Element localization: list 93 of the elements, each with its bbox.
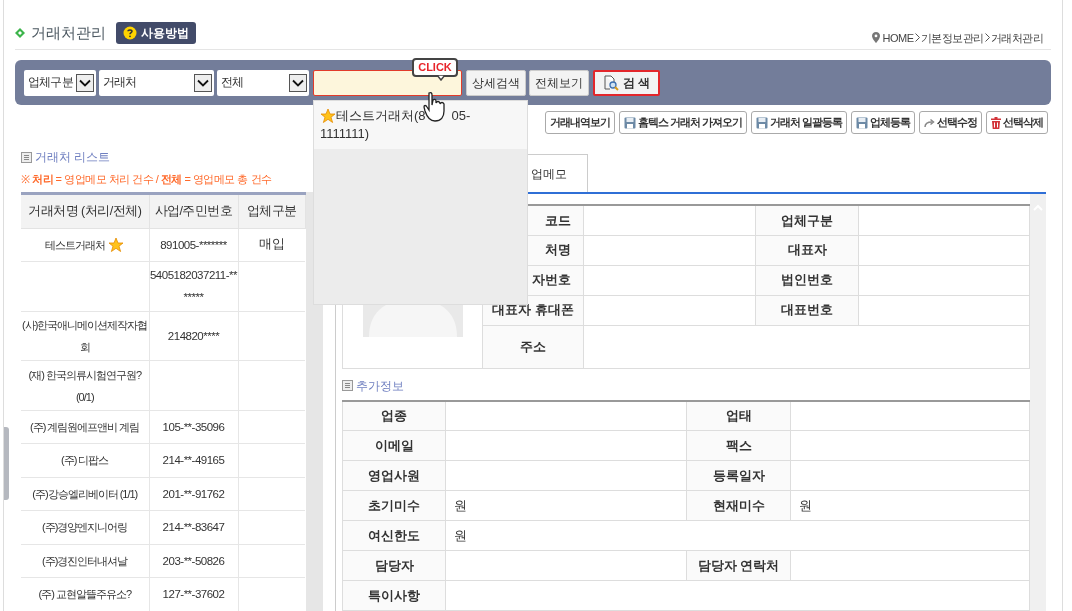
- breadcrumb-link[interactable]: 거래처관리: [990, 29, 1043, 46]
- table-cell-text: (주) 디팝스: [61, 453, 109, 469]
- search-icon: [603, 74, 619, 91]
- column-header: 거래처명 (처리/전체): [21, 193, 149, 228]
- autocomplete-item[interactable]: 테스트거래처(8 05- 1111111): [314, 101, 527, 149]
- toolbar-button[interactable]: 홈텍스 거래처 가져오기: [618, 111, 747, 134]
- click-callout: CLICK: [412, 58, 458, 77]
- table-cell: 214-**-83647: [162, 521, 225, 534]
- toolbar-button[interactable]: 선택수정: [919, 111, 982, 134]
- toolbar-button[interactable]: 거래내역보기: [544, 111, 615, 134]
- table-row[interactable]: 테스트거래처 891005-******* 매입: [21, 228, 305, 262]
- table-cell-text: (주) 교현알뜰주유소?: [38, 587, 131, 603]
- toolbar-button[interactable]: 업체등록: [851, 111, 915, 134]
- table-cell: 214820****: [167, 329, 220, 342]
- field-label: 대표자: [755, 235, 859, 265]
- table-row[interactable]: 5405182037211-*******: [21, 261, 305, 312]
- table-row[interactable]: (사)한국애니메이션제작자협회 214820****: [21, 311, 305, 361]
- table-cell: 891005-*******: [160, 238, 227, 251]
- diamond-icon: [15, 28, 25, 39]
- table-row[interactable]: (주)경진인터내셔날 203-**-50826: [21, 544, 305, 578]
- select-dropdown[interactable]: 전체: [217, 69, 309, 96]
- field-label: 팩스: [686, 430, 791, 461]
- table-cell-text: (주)경양엔지니어링: [42, 520, 128, 536]
- table-cell: 매입: [258, 237, 285, 252]
- scrollbar-track[interactable]: [1030, 194, 1046, 611]
- field-label: 특이사항: [342, 580, 446, 611]
- table-row[interactable]: (재) 한국의류시험연구원? (0/1): [21, 360, 305, 411]
- table-row[interactable]: (주) 디팝스 214-**-49165: [21, 443, 305, 478]
- caret-icon: [289, 73, 307, 92]
- field-label: 대표번호: [755, 295, 859, 325]
- table-cell-text: (주)경진인터내셔날: [42, 553, 128, 569]
- arrow-icon: [924, 117, 935, 128]
- location-pin-icon: [871, 32, 880, 44]
- field-value: 원: [454, 527, 467, 543]
- table-row[interactable]: (주) 계림원에프앤비 계림 105-**-35096: [21, 410, 305, 444]
- field-label: 업종: [342, 400, 446, 431]
- table-cell-text: (사)한국애니메이션제작자협회: [21, 317, 149, 355]
- table-cell: 5405182037211-*******: [149, 269, 238, 304]
- field-label: 주소: [482, 325, 584, 368]
- field-label: 법인번호: [755, 265, 859, 295]
- field-label: 이메일: [342, 430, 446, 461]
- trash-icon: [991, 116, 1001, 129]
- callout-tail-icon: [437, 75, 446, 81]
- toolbar-button[interactable]: 거래처 일괄등록: [750, 111, 847, 134]
- table-cell: 201-**-91762: [162, 487, 225, 500]
- list-icon: [342, 380, 353, 391]
- table-row[interactable]: (주)경양엔지니어링 214-**-83647: [21, 510, 305, 545]
- button[interactable]: 상세검색: [466, 69, 526, 96]
- table-cell: 127-**-37602: [162, 588, 225, 601]
- table-cell: 105-**-35096: [162, 421, 225, 434]
- chevron-right-icon: [914, 33, 920, 43]
- chevron-right-icon: [984, 33, 990, 43]
- page-title: 거래처관리: [31, 23, 106, 43]
- field-label: 업체구분: [755, 205, 859, 235]
- table-cell-text: (주)강승엘리베이터 (1/1): [32, 486, 138, 502]
- search-button[interactable]: 검 색: [593, 69, 661, 96]
- field-label: 등록일자: [686, 460, 791, 491]
- field-label: 영업사원: [342, 460, 446, 491]
- field-label: 초기미수: [342, 490, 446, 521]
- list-title: 거래처 리스트: [35, 149, 111, 166]
- table-cell-text: 테스트거래처: [45, 237, 106, 253]
- select-dropdown[interactable]: 업체구분: [24, 69, 96, 96]
- field-label: 여신한도: [342, 520, 446, 551]
- field-label: 담당자 연락처: [686, 550, 791, 581]
- select-dropdown[interactable]: 거래처: [99, 69, 214, 96]
- help-icon: [123, 26, 137, 41]
- table-cell-text: (주) 계림원에프앤비 계림: [30, 420, 140, 436]
- breadcrumb-link[interactable]: HOME: [882, 29, 914, 46]
- table-cell: 203-**-50826: [162, 554, 225, 567]
- breadcrumb-link[interactable]: 기본정보관리: [920, 29, 984, 46]
- table-cell-text: (재) 한국의류시험연구원? (0/1): [27, 367, 143, 405]
- button[interactable]: 전체보기: [529, 69, 589, 96]
- note-text: ※ 처리 = 영업메모 처리 건수 / 전체 = 영업메모 총 건수: [21, 172, 273, 187]
- column-header: 사업/주민번호: [149, 193, 238, 228]
- search-field[interactable]: [313, 69, 462, 96]
- field-value: 원: [454, 497, 467, 513]
- column-header: 업체구분: [238, 193, 305, 228]
- star-icon: [320, 108, 336, 124]
- field-label: 현재미수: [686, 490, 791, 521]
- field-value: 원: [799, 497, 812, 513]
- field-label: 업태: [686, 400, 791, 431]
- table-row[interactable]: (주)강승엘리베이터 (1/1) 201-**-91762: [21, 477, 305, 511]
- section-title: 추가정보: [356, 377, 404, 395]
- star-icon: [108, 236, 125, 253]
- table-cell: 214-**-49165: [162, 454, 225, 467]
- toolbar-button[interactable]: 선택삭제: [986, 111, 1048, 134]
- scroll-handle[interactable]: [4, 427, 9, 500]
- caret-icon: [194, 73, 212, 92]
- field-label: 담당자: [342, 550, 446, 581]
- table-row[interactable]: (주) 교현알뜰주유소? 127-**-37602: [21, 577, 305, 611]
- help-button[interactable]: 사용방법: [116, 22, 196, 45]
- caret-icon: [76, 73, 94, 92]
- list-icon: [21, 151, 32, 163]
